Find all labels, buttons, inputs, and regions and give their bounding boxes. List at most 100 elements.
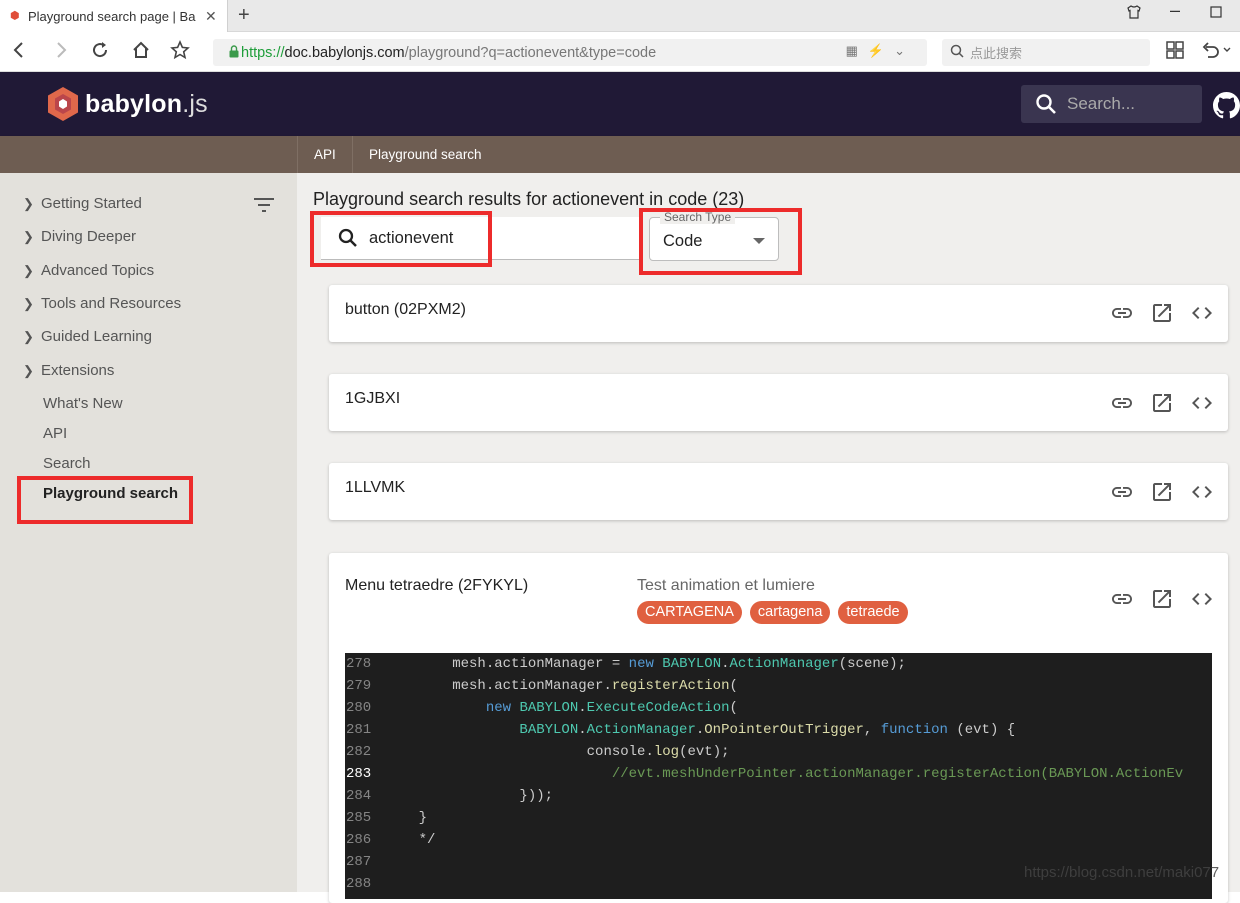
sidebar-item-diving-deeper[interactable]: ❯ Diving Deeper bbox=[23, 228, 136, 245]
undo-icon[interactable] bbox=[1202, 41, 1232, 64]
result-card-expanded[interactable]: Menu tetraedre (2FYKYL) Test animation e… bbox=[329, 553, 1228, 903]
home-icon[interactable] bbox=[131, 40, 151, 65]
code-line: 280 new BABYLON.ExecuteCodeAction( bbox=[345, 697, 1212, 719]
link-icon[interactable] bbox=[1110, 301, 1134, 325]
search-icon bbox=[1036, 94, 1056, 114]
chevron-right-icon: ❯ bbox=[23, 362, 34, 378]
site-search-input[interactable]: Search... bbox=[1021, 85, 1202, 123]
url-scheme: https:// bbox=[241, 44, 285, 61]
sidebar-item-advanced-topics[interactable]: ❯ Advanced Topics bbox=[23, 262, 154, 279]
highlight-box-sidebar bbox=[17, 476, 193, 524]
tag-list: CARTAGENA cartagena tetraede bbox=[637, 601, 908, 624]
lightning-icon[interactable]: ⚡ bbox=[868, 43, 894, 58]
code-line: 284 })); bbox=[345, 785, 1212, 807]
code-line: 281 BABYLON.ActionManager.OnPointerOutTr… bbox=[345, 719, 1212, 741]
watermark: https://blog.csdn.net/maki077 bbox=[1024, 864, 1220, 881]
sidebar-link-api[interactable]: API bbox=[43, 425, 67, 442]
filter-icon[interactable] bbox=[253, 197, 275, 213]
open-external-icon[interactable] bbox=[1150, 301, 1174, 325]
breadcrumb-api[interactable]: API bbox=[297, 136, 352, 173]
result-title: 1GJBXI bbox=[345, 390, 401, 407]
code-line: 279 mesh.actionManager.registerAction( bbox=[345, 675, 1212, 697]
result-card[interactable]: 1GJBXI bbox=[329, 374, 1228, 431]
shirt-skin-icon[interactable] bbox=[1126, 4, 1142, 23]
result-card[interactable]: 1LLVMK bbox=[329, 463, 1228, 520]
github-icon[interactable] bbox=[1213, 92, 1240, 124]
code-line: 282 console.log(evt); bbox=[345, 741, 1212, 763]
code-line: 278 mesh.actionManager = new BABYLON.Act… bbox=[345, 653, 1212, 675]
line-number: 286 bbox=[346, 832, 372, 848]
sidebar-item-tools-and-resources[interactable]: ❯ Tools and Resources bbox=[23, 295, 181, 312]
browser-tab-strip: ⬢ Playground search page | Ba ✕ + – bbox=[0, 0, 1240, 32]
highlight-box-search-type bbox=[639, 208, 802, 275]
chevron-right-icon: ❯ bbox=[23, 262, 34, 278]
line-number: 283 bbox=[346, 766, 372, 782]
highlight-box-query bbox=[310, 211, 492, 267]
line-number: 281 bbox=[346, 722, 372, 738]
address-bar-actions: ▦⚡⌄ bbox=[846, 43, 915, 59]
maximize-icon[interactable] bbox=[1210, 5, 1222, 21]
back-icon[interactable] bbox=[10, 40, 28, 65]
open-external-icon[interactable] bbox=[1150, 480, 1174, 504]
line-number: 279 bbox=[346, 678, 372, 694]
code-icon[interactable] bbox=[1190, 480, 1214, 504]
bookmark-star-icon[interactable] bbox=[170, 40, 190, 65]
tag-chip[interactable]: tetraede bbox=[838, 601, 908, 624]
browser-search-placeholder: 点此搜索 bbox=[970, 46, 1023, 61]
url-path: /playground?q=actionevent&type=code bbox=[404, 44, 657, 61]
tag-chip[interactable]: cartagena bbox=[749, 601, 831, 624]
browser-tab[interactable]: ⬢ Playground search page | Ba bbox=[0, 0, 228, 32]
babylon-favicon-icon: ⬢ bbox=[10, 9, 20, 22]
tag-chip[interactable]: CARTAGENA bbox=[637, 601, 742, 624]
site-search-placeholder: Search... bbox=[1067, 94, 1136, 113]
link-icon[interactable] bbox=[1110, 587, 1134, 611]
result-title: Menu tetraedre (2FYKYL) bbox=[345, 577, 529, 594]
line-number: 287 bbox=[346, 854, 372, 870]
address-bar[interactable]: https://doc.babylonjs.com/playground?q=a… bbox=[213, 39, 927, 66]
sidebar: ❯ Getting Started ❯ Diving Deeper ❯ Advance… bbox=[0, 173, 297, 892]
code-line: 285 } bbox=[345, 807, 1212, 829]
sidebar-item-getting-started[interactable]: ❯ Getting Started bbox=[23, 195, 142, 212]
logo-main-text: babylon bbox=[85, 89, 183, 118]
sidebar-item-extensions[interactable]: ❯ Extensions bbox=[23, 362, 114, 379]
result-description: Test animation et lumiere bbox=[637, 577, 815, 594]
forward-icon[interactable] bbox=[52, 40, 70, 65]
close-tab-icon[interactable]: ✕ bbox=[205, 8, 217, 25]
page-title: Playground search results for actioneven… bbox=[313, 189, 745, 209]
code-icon[interactable] bbox=[1190, 301, 1214, 325]
secure-lock-icon bbox=[213, 44, 239, 61]
result-card[interactable]: button (02PXM2) bbox=[329, 285, 1228, 342]
open-external-icon[interactable] bbox=[1150, 587, 1174, 611]
babylon-logo[interactable]: babylon.js bbox=[47, 86, 208, 122]
link-icon[interactable] bbox=[1110, 480, 1134, 504]
breadcrumb-playground-search[interactable]: Playground search bbox=[352, 136, 498, 173]
line-number: 282 bbox=[346, 744, 372, 760]
browser-toolbar: https://doc.babylonjs.com/playground?q=a… bbox=[0, 32, 1240, 72]
link-icon[interactable] bbox=[1110, 391, 1134, 415]
open-external-icon[interactable] bbox=[1150, 391, 1174, 415]
babylon-hexagon-icon bbox=[47, 86, 79, 122]
logo-ext-text: .js bbox=[182, 89, 208, 118]
breadcrumb: API Playground search bbox=[0, 136, 1240, 173]
sidebar-link-search[interactable]: Search bbox=[43, 455, 91, 472]
main-content: Playground search results for actioneven… bbox=[297, 173, 1240, 903]
minimize-icon[interactable]: – bbox=[1170, 0, 1180, 21]
chevron-right-icon: ❯ bbox=[23, 195, 34, 211]
chevron-down-icon[interactable]: ⌄ bbox=[894, 43, 915, 58]
code-icon[interactable] bbox=[1190, 391, 1214, 415]
qr-code-icon[interactable]: ▦ bbox=[846, 43, 868, 58]
line-number: 284 bbox=[346, 788, 372, 804]
sidebar-item-label: Getting Started bbox=[41, 195, 142, 212]
code-icon[interactable] bbox=[1190, 587, 1214, 611]
site-header: babylon.js Search... bbox=[0, 72, 1240, 136]
apps-grid-icon[interactable] bbox=[1166, 41, 1184, 64]
chevron-right-icon: ❯ bbox=[23, 328, 34, 344]
reload-icon[interactable] bbox=[90, 40, 110, 65]
new-tab-icon[interactable]: + bbox=[238, 4, 250, 27]
code-snippet[interactable]: 278 mesh.actionManager = new BABYLON.Act… bbox=[345, 653, 1212, 899]
sidebar-link-whats-new[interactable]: What's New bbox=[43, 395, 123, 412]
tab-title: Playground search page | Ba bbox=[28, 8, 196, 24]
browser-search-box[interactable]: 点此搜索 bbox=[942, 39, 1150, 66]
chevron-right-icon: ❯ bbox=[23, 228, 34, 244]
sidebar-item-guided-learning[interactable]: ❯ Guided Learning bbox=[23, 328, 152, 345]
